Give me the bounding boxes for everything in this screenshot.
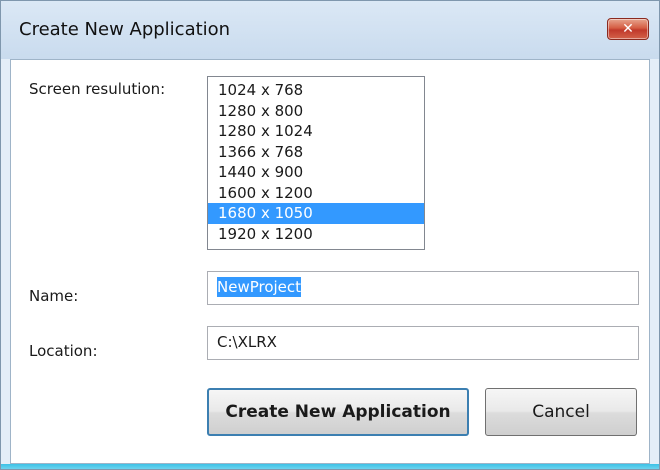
resolution-option[interactable]: 1440 x 900 <box>208 162 424 183</box>
location-input-value: C:\XLRX <box>217 333 277 351</box>
resolution-option[interactable]: 1280 x 800 <box>208 101 424 122</box>
name-label: Name: <box>29 287 79 305</box>
resolution-option[interactable]: 1280 x 1024 <box>208 121 424 142</box>
resolution-label: Screen resulution: <box>29 80 166 98</box>
window-bottom-edge <box>1 464 659 469</box>
name-input-value: NewProject <box>217 277 302 297</box>
location-label: Location: <box>29 342 98 360</box>
close-icon: ✕ <box>622 21 634 37</box>
create-application-button[interactable]: Create New Application <box>207 388 469 436</box>
resolution-listbox[interactable]: 1024 x 768 1280 x 800 1280 x 1024 1366 x… <box>207 76 425 250</box>
location-input[interactable]: C:\XLRX <box>207 326 639 360</box>
resolution-option[interactable]: 1920 x 1200 <box>208 224 424 245</box>
resolution-option[interactable]: 1600 x 1200 <box>208 183 424 204</box>
window-title: Create New Application <box>19 19 231 40</box>
title-bar[interactable]: Create New Application ✕ <box>1 1 659 59</box>
resolution-option[interactable]: 1024 x 768 <box>208 80 424 101</box>
name-input[interactable]: NewProject <box>207 271 639 305</box>
close-button[interactable]: ✕ <box>607 18 649 40</box>
resolution-option-selected[interactable]: 1680 x 1050 <box>208 203 424 224</box>
create-application-dialog: Create New Application ✕ Screen resuluti… <box>0 0 660 470</box>
cancel-button[interactable]: Cancel <box>485 388 637 436</box>
dialog-body: Screen resulution: 1024 x 768 1280 x 800… <box>10 59 650 464</box>
resolution-option[interactable]: 1366 x 768 <box>208 142 424 163</box>
